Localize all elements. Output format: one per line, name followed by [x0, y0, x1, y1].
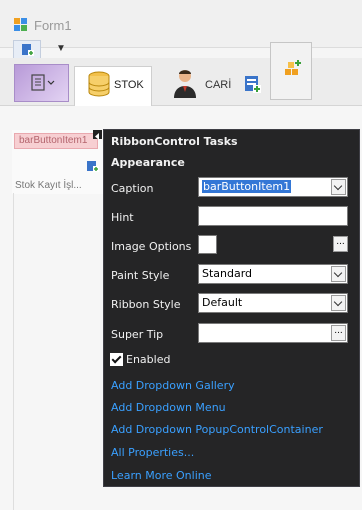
add-item-small-icon[interactable]	[86, 160, 100, 173]
enabled-checkbox[interactable]	[110, 353, 123, 366]
tab-stok-label: STOK	[114, 79, 144, 91]
window-title: Form1	[34, 18, 72, 33]
image-options-ellipsis-button[interactable]: ...	[333, 236, 348, 252]
link-add-dropdown-gallery[interactable]: Add Dropdown Gallery	[111, 379, 235, 392]
divider	[13, 193, 14, 510]
ribbon-style-value: Default	[202, 296, 243, 309]
tab-cari[interactable]: CARİ	[205, 79, 231, 91]
chevron-down-icon[interactable]	[331, 179, 346, 195]
paint-style-select[interactable]: Standard	[198, 264, 348, 284]
menu-icon	[31, 74, 55, 91]
link-all-properties[interactable]: All Properties...	[111, 446, 194, 459]
application-menu-button[interactable]	[14, 64, 69, 102]
chevron-down-icon[interactable]	[331, 295, 346, 311]
image-options-label: Image Options	[111, 240, 192, 253]
section-header-appearance: Appearance	[111, 156, 185, 169]
add-group-icon	[285, 60, 301, 75]
quick-access-dropdown-icon[interactable]: ▼	[56, 43, 66, 54]
add-item-icon	[22, 44, 34, 56]
caption-combobox[interactable]: barButtonItem1	[198, 177, 348, 197]
enabled-label: Enabled	[126, 353, 171, 366]
ribbon-style-select[interactable]: Default	[198, 293, 348, 313]
paint-style-label: Paint Style	[111, 269, 170, 282]
caption-label: Caption	[111, 182, 154, 195]
person-icon	[170, 66, 200, 103]
database-icon	[88, 71, 110, 97]
caption-value: barButtonItem1	[202, 180, 292, 193]
add-page-button[interactable]	[242, 70, 264, 100]
smart-tag-arrow-icon[interactable]	[93, 130, 102, 140]
ribbon-group-caption: Stok Kayıt İşl...	[15, 180, 82, 191]
hint-label: Hint	[111, 211, 134, 224]
bar-button-item[interactable]: barButtonItem1	[14, 133, 98, 149]
super-tip-label: Super Tip	[111, 328, 164, 341]
add-page-icon	[245, 76, 261, 93]
add-group-button[interactable]	[270, 42, 312, 100]
image-options-field[interactable]: ...	[198, 235, 348, 255]
link-add-dropdown-menu[interactable]: Add Dropdown Menu	[111, 401, 226, 414]
super-tip-ellipsis-button[interactable]: ...	[331, 325, 346, 341]
ribbon-tasks-panel: RibbonControl Tasks Appearance Caption b…	[103, 129, 360, 487]
app-icon	[13, 17, 29, 33]
super-tip-field[interactable]: ...	[198, 323, 348, 343]
chevron-down-icon[interactable]	[331, 266, 346, 282]
link-add-dropdown-popup-container[interactable]: Add Dropdown PopupControlContainer	[111, 423, 323, 436]
image-preview[interactable]	[198, 235, 217, 254]
link-learn-more-online[interactable]: Learn More Online	[111, 469, 212, 482]
paint-style-value: Standard	[202, 267, 253, 280]
quick-access-add-button[interactable]	[13, 40, 41, 60]
ribbon-style-label: Ribbon Style	[111, 298, 181, 311]
hint-input[interactable]	[198, 206, 348, 226]
panel-title: RibbonControl Tasks	[111, 135, 238, 148]
